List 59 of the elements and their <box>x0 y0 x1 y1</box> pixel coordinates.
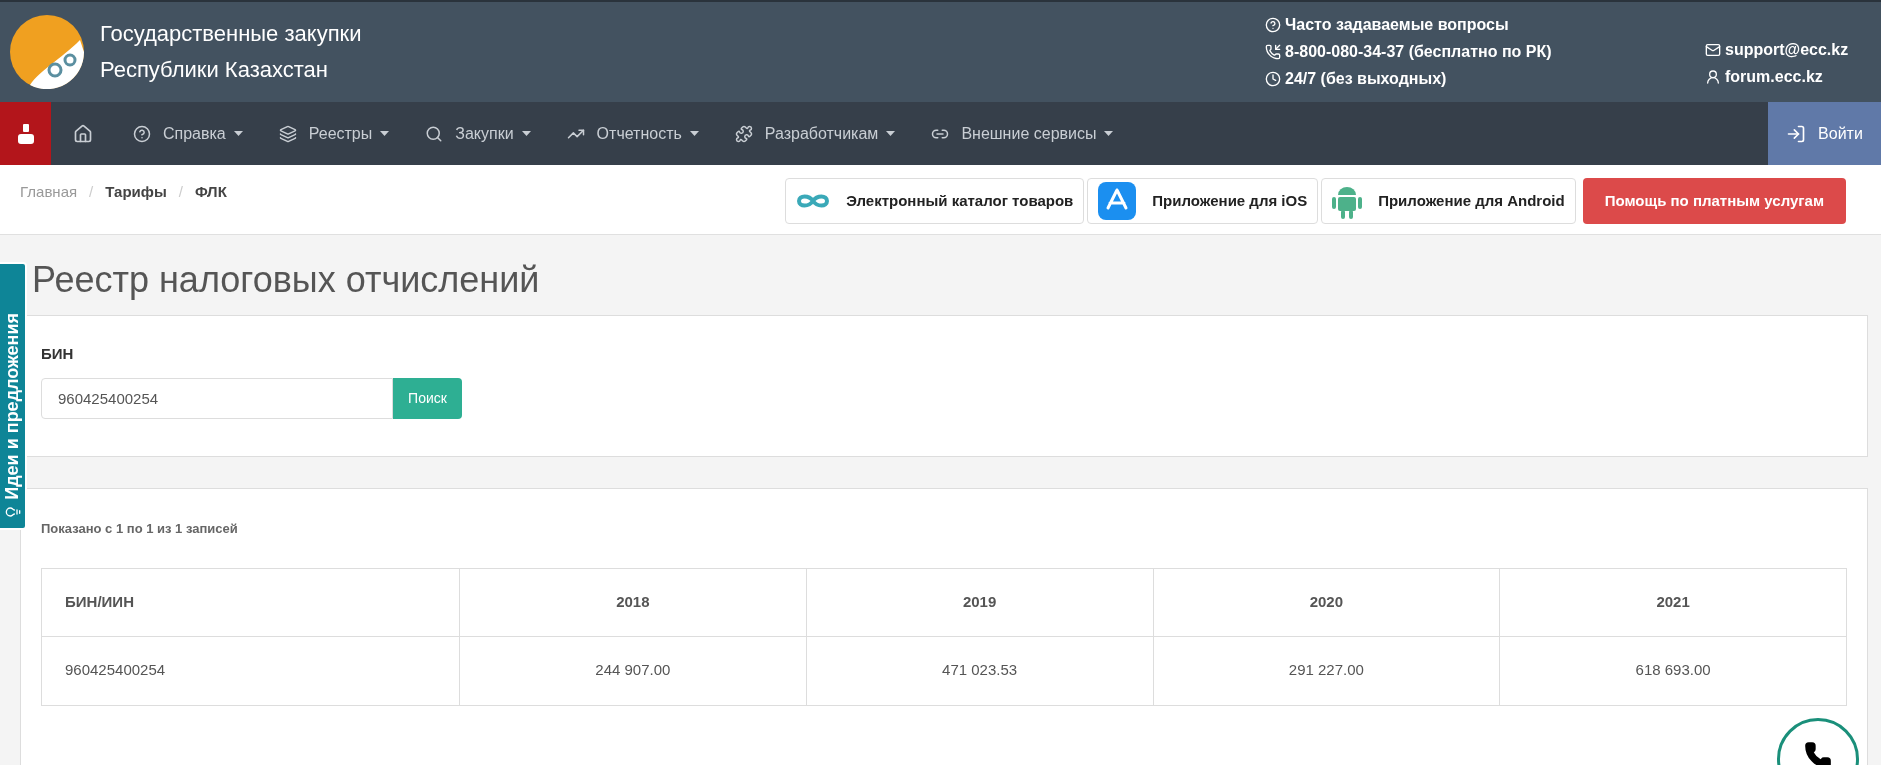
app-store-icon <box>1098 182 1137 220</box>
search-icon <box>425 124 444 143</box>
column-header: БИН/ИИН <box>41 568 460 636</box>
caret-icon <box>689 131 699 136</box>
field-label: БИН <box>41 344 75 364</box>
contact-text: Часто задаваемые вопросы <box>1285 15 1509 35</box>
login-button[interactable]: Войти <box>1768 102 1881 165</box>
column-header: 2018 <box>459 568 807 636</box>
table-cell: 244 907.00 <box>459 636 807 705</box>
mail-icon <box>1705 41 1721 58</box>
breadcrumb-link[interactable]: Тарифы <box>105 181 167 204</box>
table-cell: 471 023.53 <box>806 636 1153 705</box>
contact-text: 24/7 (без выходных) <box>1285 69 1447 89</box>
home-icon <box>73 123 93 144</box>
contact-link[interactable]: forum.ecc.kz <box>1725 64 1823 89</box>
table-cell: 618 693.00 <box>1499 636 1847 705</box>
app-link-button[interactable]: Электронный каталог товаров <box>785 178 1085 224</box>
site-title: Государственные закупки <box>100 20 362 48</box>
layers-icon <box>278 124 297 143</box>
app-link-button[interactable]: Приложение для iOS <box>1087 178 1319 224</box>
caret-icon <box>380 131 390 136</box>
logo-icon <box>10 15 84 89</box>
breadcrumb-separator: / <box>89 182 94 202</box>
column-header: 2020 <box>1153 568 1500 636</box>
paid-services-help-button[interactable]: Помощь по платным услугам <box>1582 178 1846 224</box>
clock-icon <box>1265 71 1281 87</box>
contact-text: 8-800-080-34-37 (бесплатно по РК) <box>1285 42 1552 62</box>
nav-menu-item[interactable]: Отчетность <box>548 102 717 165</box>
column-header: 2019 <box>806 568 1153 636</box>
bin-input-field[interactable]: 960425400254 <box>41 377 393 419</box>
table-cell: 960425400254 <box>41 636 460 705</box>
nav-menu-item[interactable]: Разработчикам <box>716 102 914 165</box>
caret-icon <box>886 131 896 136</box>
side-tab-label: Идеи и предложения <box>1 313 23 500</box>
records-info: Показано с 1 по 1 из 1 записей <box>41 520 239 538</box>
puzzle-icon <box>734 124 753 143</box>
app-link-button[interactable]: Приложение для Android <box>1321 178 1576 224</box>
nav-menu-item[interactable]: Реестры <box>260 102 408 165</box>
caret-icon <box>1104 131 1114 136</box>
nav-menu-item[interactable]: Внешние сервисы <box>913 102 1132 165</box>
ideas-side-tab[interactable]: Идеи и предложения <box>0 262 27 530</box>
login-icon <box>1786 123 1807 144</box>
breadcrumb-link[interactable]: ФЛК <box>194 181 227 204</box>
question-circle-icon <box>1265 17 1281 33</box>
breadcrumb-separator: / <box>178 182 183 202</box>
table-cell: 291 227.00 <box>1153 636 1500 705</box>
site-title: Республики Казахстан <box>100 56 329 84</box>
user-icon <box>1705 68 1721 85</box>
nav-menu-item[interactable]: Справка <box>115 102 261 165</box>
column-header: 2021 <box>1499 568 1847 636</box>
nav-menu-item[interactable]: Закупки <box>407 102 549 165</box>
caret-icon <box>233 131 243 136</box>
contact-link[interactable]: support@ecc.kz <box>1725 37 1849 62</box>
youtube-button[interactable] <box>0 102 51 165</box>
phone-icon <box>1265 44 1281 60</box>
phone-icon <box>1804 741 1832 765</box>
question-circle-icon <box>133 124 151 143</box>
page-title: Реестр налоговых отчислений <box>31 259 541 301</box>
caret-icon <box>521 131 531 136</box>
